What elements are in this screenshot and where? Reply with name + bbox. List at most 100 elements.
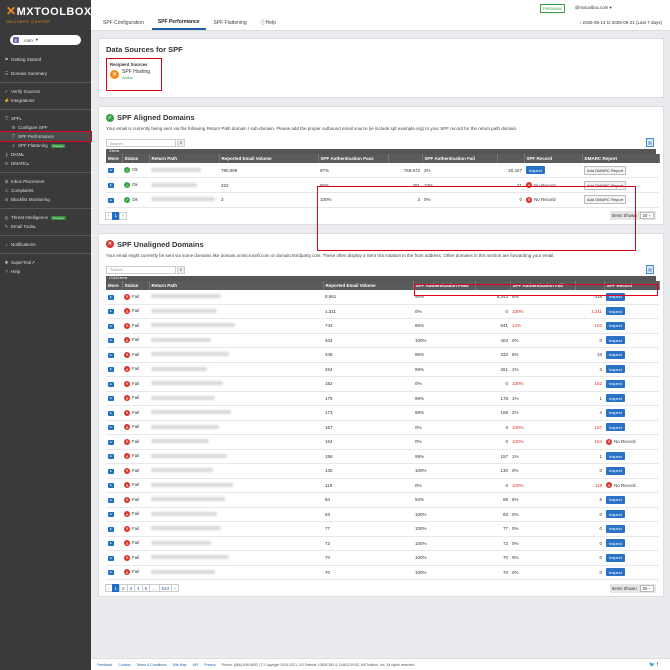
expand-row-button[interactable]: ▸ [108,183,114,189]
expand-row-button[interactable]: ▸ [108,454,114,460]
tab-spf-flattening[interactable]: SPF Flattening [208,18,253,30]
sidebar-item-dkim[interactable]: ⚷ DKIM ▸ [0,150,91,159]
footer-link[interactable]: Terms & Conditions [136,663,166,667]
inspect-button[interactable]: Inspect [606,292,625,301]
inspect-button[interactable]: Inspect [606,307,625,316]
expand-row-button[interactable]: ▸ [108,381,114,387]
date-range[interactable]: ‹ 2025-05-14 to 2025-05-21 (Last 7 days) [580,20,662,25]
sidebar-item-help[interactable]: ? Help [0,267,91,276]
items-shown-select[interactable]: 20 ÷ [639,584,654,592]
expand-row-button[interactable]: ▸ [108,352,114,358]
sidebar-item-configure-spf[interactable]: ⚙ Configure SPF [0,123,91,132]
footer-link[interactable]: API [193,663,199,667]
page-link[interactable]: › [119,211,127,220]
column-header[interactable] [475,280,511,290]
sidebar-item-verify-sources[interactable]: ✓ Verify Sources [0,87,91,96]
inspect-button[interactable]: Inspect [606,452,625,461]
premium-badge[interactable]: PREMIUM [540,4,565,13]
expand-row-button[interactable]: ▸ [108,512,114,518]
column-header[interactable]: Reported Email Volume [323,280,414,290]
inspect-button[interactable]: Inspect [606,365,625,374]
expand-row-button[interactable]: ▸ [108,338,114,344]
inspect-button[interactable]: Inspect [606,321,625,330]
column-header[interactable]: Status [122,280,150,290]
sidebar-item-notifications[interactable]: ♪ Notifications [0,240,91,249]
column-header[interactable]: SPF Record [524,154,583,163]
expand-row-button[interactable]: ▸ [108,425,114,431]
sidebar-item-spf[interactable]: ⛉ SPF ▸ [0,114,91,123]
column-header[interactable]: More [106,280,123,290]
inspect-button[interactable]: Inspect [606,539,625,548]
expand-row-button[interactable]: ▸ [108,309,114,315]
inspect-button[interactable]: Inspect [606,524,625,533]
search-input[interactable]: Search [106,139,176,147]
column-header[interactable]: Status [122,154,150,163]
sidebar-item-integrations[interactable]: ⚡ Integrations [0,96,91,105]
column-header[interactable] [497,154,525,163]
column-header[interactable] [388,154,423,163]
inspect-button[interactable]: Inspect [606,394,625,403]
search-icon[interactable]: ⌕ [177,139,185,147]
inspect-button[interactable]: Inspect [606,379,625,388]
inspect-button[interactable]: Inspect [606,568,625,577]
search-input[interactable]: Search [106,265,176,274]
expand-row-button[interactable]: ▸ [108,367,114,373]
sidebar-item-blocklist-monitoring[interactable]: ⊘ Blocklist Monitoring [0,195,91,204]
sidebar-item-dmarc[interactable]: ✉ DMARC ▸ [0,159,91,168]
sidebar-item-complaints[interactable]: ⚠ Complaints [0,186,91,195]
expand-row-button[interactable]: ▸ [108,197,114,203]
user-menu[interactable]: @mxtoolbox.com ▾ [575,5,612,11]
sidebar-item-supertool[interactable]: ✱ SuperTool ↗ [0,258,91,267]
expand-row-button[interactable]: ▸ [108,410,114,416]
tab-spf-performance[interactable]: SPF Performance [151,18,206,30]
collapse-icon[interactable]: ‹ [86,6,88,13]
column-header[interactable]: SPF Authentication Fail [510,280,576,290]
sidebar-item-threat-intelligence[interactable]: ◎ Threat Intelligence Preview [0,213,91,222]
search-icon[interactable]: ⌕ [177,265,185,274]
inspect-button[interactable]: Inspect [606,510,625,519]
social-icons[interactable]: 🐦 f [649,662,658,668]
column-header[interactable]: Return Path [149,154,220,163]
footer-link[interactable]: Contact [118,663,130,667]
export-icon[interactable]: ▤ [646,138,654,147]
sidebar-item-domain-summary[interactable]: ☰ Domain Summary [0,69,91,78]
account-selector[interactable]: E .com ▾ [10,35,81,45]
sidebar-item-getting-started[interactable]: ⚑ Getting Started [0,55,91,64]
expand-row-button[interactable]: ▸ [108,168,114,174]
footer-link[interactable]: Site Map [173,663,187,667]
logo[interactable]: ✕MXTOOLBOX DELIVERY CENTER ‹ [0,0,91,28]
sidebar-item-email-tools[interactable]: ✎ Email Tools ▸ [0,222,91,231]
expand-row-button[interactable]: ▸ [108,526,114,532]
expand-row-button[interactable]: ▸ [108,555,114,561]
expand-row-button[interactable]: ▸ [108,497,114,503]
inspect-button[interactable]: Inspect [606,466,625,475]
add-dmarc-report-button[interactable]: Add DMARC Report [584,195,627,205]
sidebar-item-spf-flattening[interactable]: ≡ SPF Flattening Preview [0,141,91,150]
expand-row-button[interactable]: ▸ [108,541,114,547]
inspect-button[interactable]: Inspect [526,166,545,175]
column-header[interactable]: DMARC Report [582,154,660,163]
column-header[interactable] [575,280,605,290]
column-header[interactable]: Return Path [149,280,324,290]
tab-help[interactable]: ⓘ Help [255,18,282,30]
expand-row-button[interactable]: ▸ [108,396,114,402]
sidebar-item-inbox-placement[interactable]: ⊟ Inbox Placement [0,177,91,186]
sidebar-item-spf-performance[interactable]: ⛉ SPF Performance [0,131,92,142]
page-link[interactable]: 543 [158,584,173,593]
add-dmarc-report-button[interactable]: Add DMARC Report [584,165,627,175]
inspect-button[interactable]: Inspect [606,350,625,359]
items-shown-select[interactable]: 20 ÷ [639,212,654,220]
tab-spf-configuration[interactable]: SPF Configuration [97,18,150,30]
expand-row-button[interactable]: ▸ [108,439,114,445]
expand-row-button[interactable]: ▸ [108,570,114,576]
add-dmarc-report-button[interactable]: Add DMARC Report [584,180,627,190]
inspect-button[interactable]: Inspect [606,495,625,504]
expand-row-button[interactable]: ▸ [108,468,114,474]
column-header[interactable]: SPF Authentication Fail [422,154,498,163]
inspect-button[interactable]: Inspect [606,408,625,417]
inspect-button[interactable]: Inspect [606,423,625,432]
inspect-button[interactable]: Inspect [606,336,625,345]
export-icon[interactable]: ▤ [646,264,654,274]
expand-row-button[interactable]: ▸ [108,294,114,300]
expand-row-button[interactable]: ▸ [108,323,114,329]
